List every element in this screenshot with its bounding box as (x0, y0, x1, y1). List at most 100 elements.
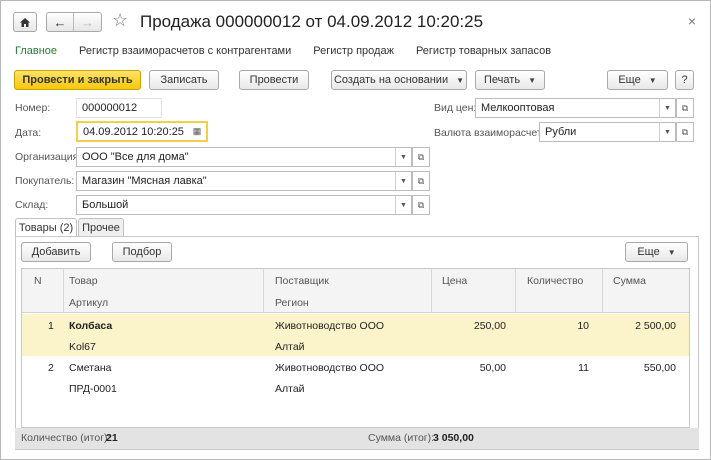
number-field[interactable]: 000000012 (76, 98, 162, 118)
date-label: Дата: (15, 127, 42, 139)
warehouse-field[interactable]: Большой ▼ (76, 195, 412, 215)
pick-button[interactable]: Подбор (112, 242, 172, 262)
open-link-icon: ⧉ (681, 102, 689, 113)
add-row-button[interactable]: Добавить (21, 242, 91, 262)
buyer-field[interactable]: Магазин "Мясная лавка" ▼ (76, 171, 412, 191)
dropdown-arrow-icon[interactable]: ▼ (395, 172, 411, 190)
open-currency-button[interactable]: ⧉ (676, 122, 694, 142)
home-button[interactable] (13, 12, 37, 32)
title-bar: ← → ☆ Продажа 000000012 от 04.09.2012 10… (1, 1, 710, 41)
table-row[interactable]: 1 Колбаса Kol67 Животноводство ООО Алтай… (22, 314, 689, 356)
cell-article: ПРД-0001 (69, 383, 117, 395)
column-header-region[interactable]: Регион (275, 297, 309, 309)
cell-price: 50,00 (479, 362, 506, 374)
open-price-type-button[interactable]: ⧉ (676, 98, 694, 118)
open-link-icon: ⧉ (417, 199, 425, 210)
save-button[interactable]: Записать (149, 70, 219, 90)
tab-goods[interactable]: Товары (2) (15, 218, 77, 237)
currency-label: Валюта взаиморасчетов: (434, 127, 556, 139)
column-divider (63, 269, 64, 313)
cell-supplier: Животноводство ООО (275, 320, 385, 332)
cell-region: Алтай (275, 341, 305, 353)
more-label: Еще (618, 74, 641, 86)
forward-button[interactable]: → (74, 13, 101, 31)
buyer-label: Покупатель: (15, 175, 75, 187)
currency-value: Рубли (545, 126, 577, 138)
table-more-button[interactable]: Еще ▼ (625, 242, 688, 262)
table-more-label: Еще (637, 246, 660, 258)
dropdown-arrow-icon: ▼ (648, 75, 657, 85)
open-warehouse-button[interactable]: ⧉ (412, 195, 430, 215)
date-value: 04.09.2012 10:20:25 (83, 125, 184, 138)
cell-price: 250,00 (473, 320, 506, 332)
cell-qty: 11 (578, 362, 589, 374)
back-button[interactable]: ← (47, 13, 74, 31)
link-main[interactable]: Главное (15, 45, 57, 57)
cell-n: 1 (48, 320, 54, 332)
cell-article: Kol67 (69, 341, 96, 353)
column-divider (602, 269, 603, 313)
organization-field[interactable]: ООО "Все для дома" ▼ (76, 147, 412, 167)
section-links: Главное Регистр взаиморасчетов с контраг… (15, 45, 551, 57)
link-stock-register[interactable]: Регистр товарных запасов (416, 45, 551, 57)
total-sum-label: Сумма (итог): (368, 432, 435, 444)
open-link-icon: ⧉ (681, 126, 689, 137)
open-link-icon: ⧉ (417, 151, 425, 162)
more-button[interactable]: Еще ▼ (607, 70, 668, 90)
dropdown-arrow-icon: ▼ (667, 247, 676, 257)
cell-n: 2 (48, 362, 54, 374)
cell-sum: 550,00 (643, 362, 676, 374)
dropdown-arrow-icon[interactable]: ▼ (395, 148, 411, 166)
open-buyer-button[interactable]: ⧉ (412, 171, 430, 191)
dropdown-arrow-icon[interactable]: ▼ (659, 99, 675, 117)
buyer-value: Магазин "Мясная лавка" (82, 175, 207, 187)
open-organization-button[interactable]: ⧉ (412, 147, 430, 167)
arrow-left-icon: ← (53, 14, 67, 30)
warehouse-value: Большой (82, 199, 129, 211)
dropdown-arrow-icon: ▼ (528, 75, 536, 85)
goods-table: N Товар Артикул Поставщик Регион Цена Ко… (21, 268, 690, 428)
currency-field[interactable]: Рубли ▼ (539, 122, 676, 142)
dropdown-arrow-icon[interactable]: ▼ (395, 196, 411, 214)
organization-label: Организация: (15, 151, 82, 163)
column-header-product[interactable]: Товар (69, 275, 98, 287)
price-type-field[interactable]: Мелкооптовая ▼ (475, 98, 676, 118)
close-icon[interactable]: × (688, 13, 696, 29)
warehouse-label: Склад: (15, 199, 49, 211)
number-label: Номер: (15, 102, 51, 114)
column-header-article[interactable]: Артикул (69, 297, 108, 309)
column-header-supplier[interactable]: Поставщик (275, 275, 329, 287)
link-settlements-register[interactable]: Регистр взаиморасчетов с контрагентами (79, 45, 291, 57)
link-sales-register[interactable]: Регистр продаж (313, 45, 394, 57)
calendar-icon[interactable]: ▦ (190, 125, 204, 137)
dropdown-arrow-icon[interactable]: ▼ (659, 123, 675, 141)
total-qty-label: Количество (итог): (21, 432, 111, 444)
post-and-close-button[interactable]: Провести и закрыть (14, 70, 141, 90)
column-header-price[interactable]: Цена (442, 275, 467, 287)
cell-sum: 2 500,00 (635, 320, 676, 332)
history-navigation: ← → (46, 12, 102, 32)
table-row[interactable]: 2 Сметана ПРД-0001 Животноводство ООО Ал… (22, 356, 689, 398)
print-button[interactable]: Печать ▼ (475, 70, 545, 90)
create-based-on-button[interactable]: Создать на основании ▼ (331, 70, 467, 90)
post-button[interactable]: Провести (239, 70, 309, 90)
print-label: Печать (484, 74, 521, 86)
column-divider (515, 269, 516, 313)
favorite-star-icon[interactable]: ☆ (112, 10, 128, 31)
column-header-qty[interactable]: Количество (527, 275, 583, 287)
column-header-sum[interactable]: Сумма (613, 275, 646, 287)
table-header: N Товар Артикул Поставщик Регион Цена Ко… (22, 269, 689, 313)
cell-product: Сметана (69, 362, 112, 374)
column-divider (263, 269, 264, 313)
home-icon (20, 17, 30, 27)
cell-supplier: Животноводство ООО (275, 362, 385, 374)
help-button[interactable]: ? (675, 70, 694, 90)
tab-other[interactable]: Прочее (78, 218, 124, 236)
number-value: 000000012 (82, 102, 138, 114)
column-divider (431, 269, 432, 313)
date-field[interactable]: 04.09.2012 10:20:25 ▦ (76, 121, 208, 142)
open-link-icon: ⧉ (417, 175, 425, 186)
price-type-value: Мелкооптовая (481, 102, 555, 114)
total-sum-value: 3 050,00 (433, 432, 474, 444)
column-header-n[interactable]: N (34, 275, 42, 287)
